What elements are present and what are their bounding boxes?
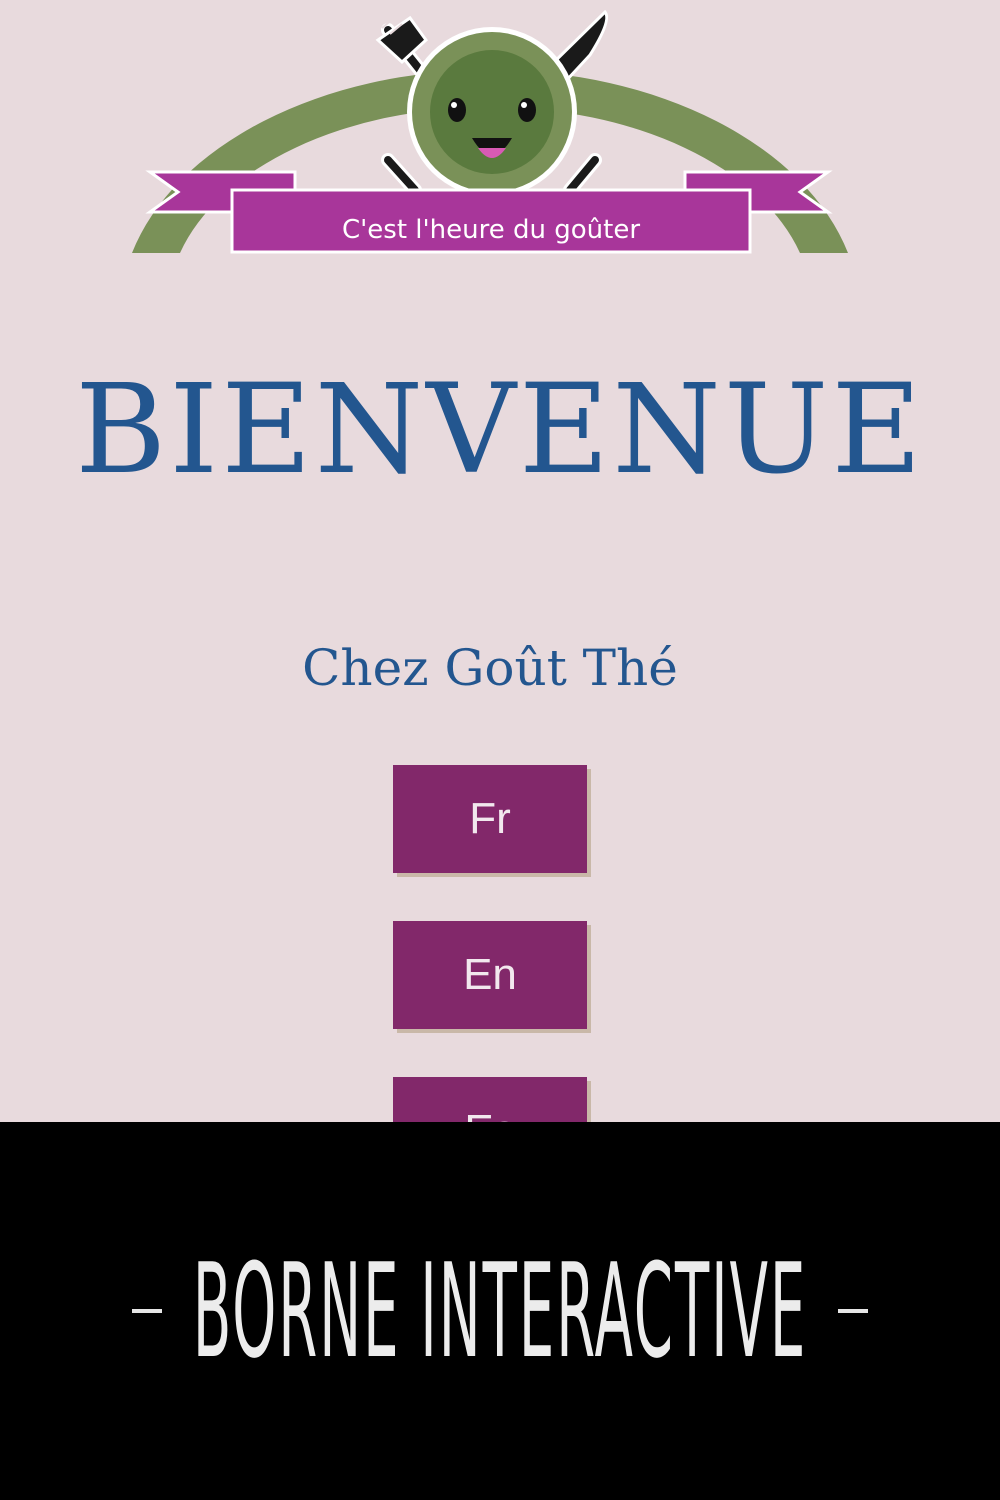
kiosk-screen: C'est l'heure du goûter BIENVENUE Chez G… [0,0,1000,1122]
language-button-fr[interactable]: Fr [393,765,587,873]
logo-tagline: C'est l'heure du goûter [342,215,640,245]
banner-dash-left [132,1309,162,1313]
language-button-en[interactable]: En [393,921,587,1029]
brand-logo: C'est l'heure du goûter [120,0,880,270]
shop-name: Chez Goût Thé [302,639,678,697]
language-button-es[interactable]: Es [393,1077,587,1122]
welcome-title: BIENVENUE [75,358,925,502]
caption-banner: BORNE INTERACTIVE [0,1122,1000,1500]
banner-dash-right [838,1309,868,1313]
banner-caption: BORNE INTERACTIVE [192,1235,808,1387]
